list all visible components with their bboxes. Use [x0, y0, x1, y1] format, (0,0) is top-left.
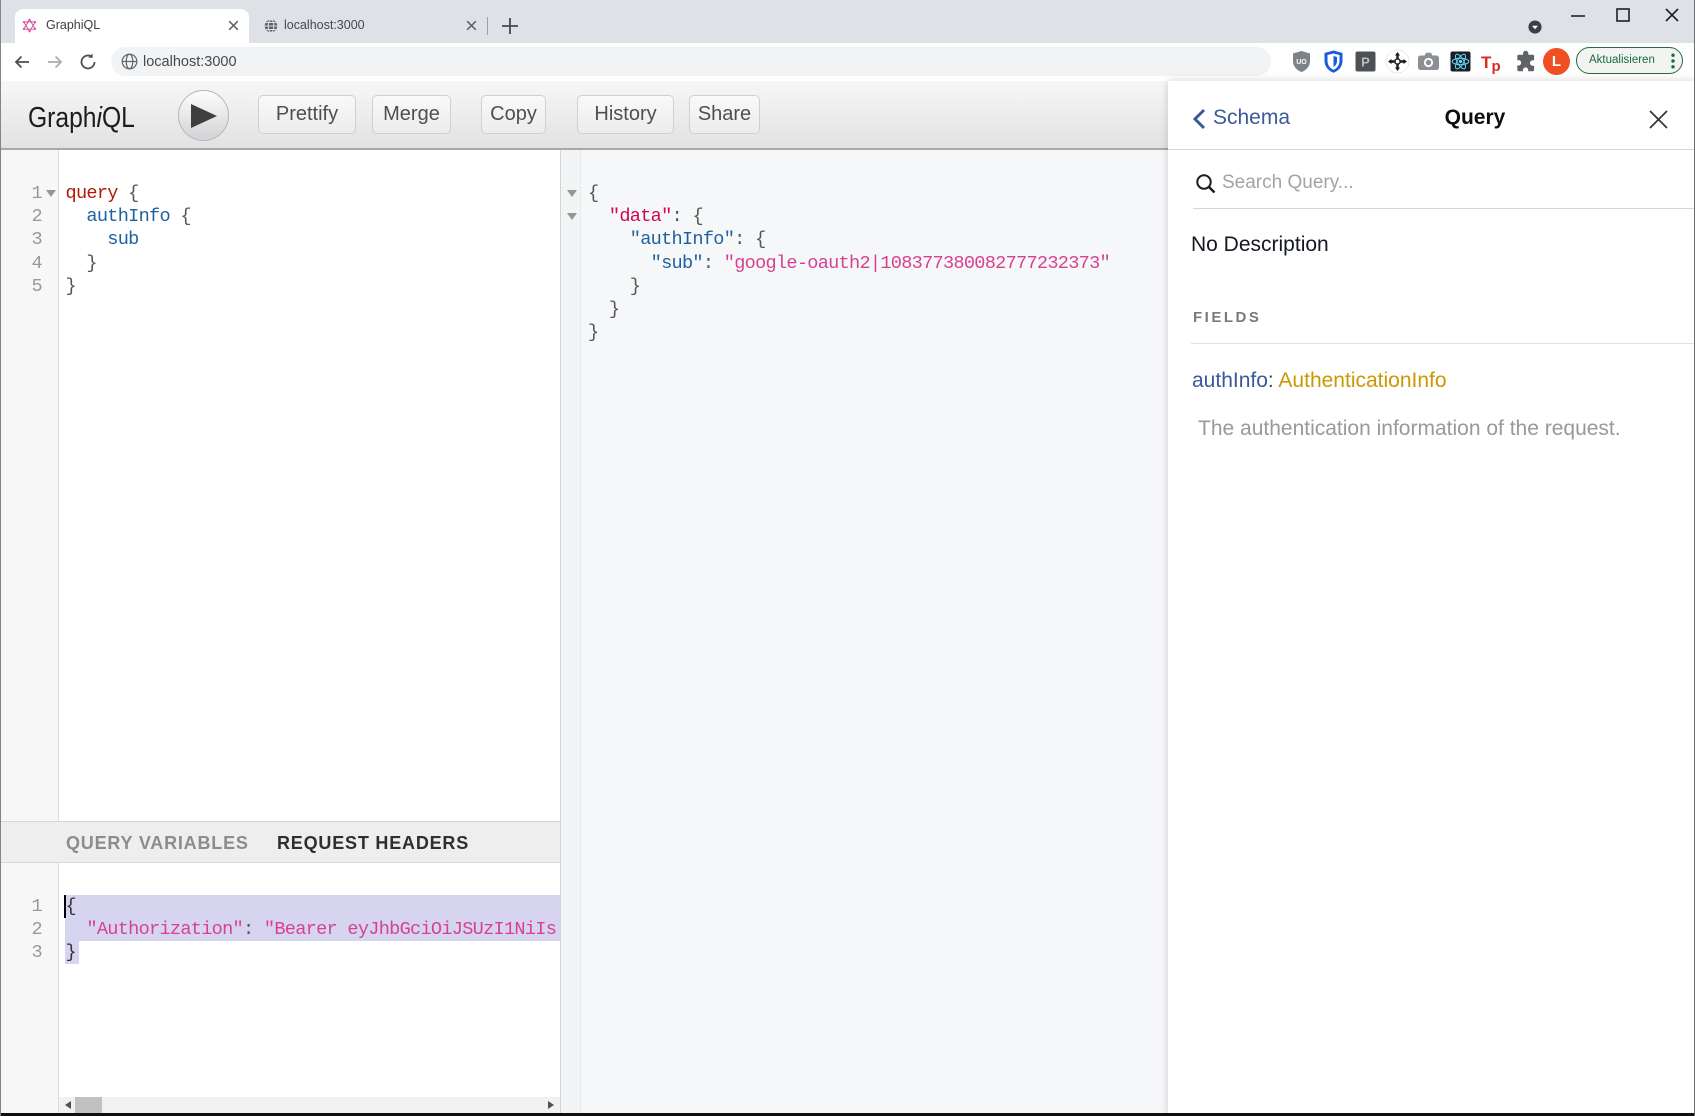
svg-text:P: P — [1361, 55, 1370, 70]
svg-text:p: p — [1492, 58, 1501, 75]
svg-text:UO: UO — [1296, 59, 1307, 66]
svg-text:T: T — [1481, 53, 1492, 72]
